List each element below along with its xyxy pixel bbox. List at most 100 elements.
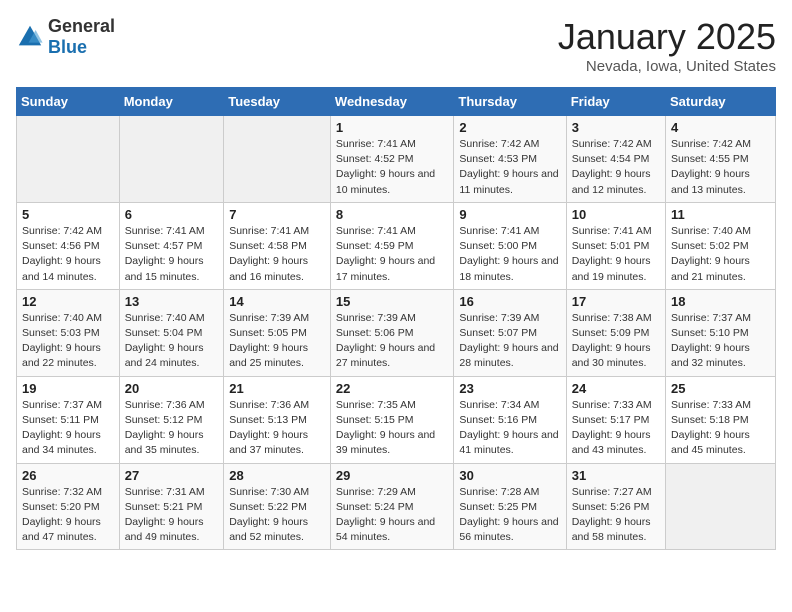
day-info: Sunrise: 7:35 AM Sunset: 5:15 PM Dayligh… [336,398,449,459]
calendar-cell: 10 Sunrise: 7:41 AM Sunset: 5:01 PM Dayli… [566,202,665,289]
col-header-wednesday: Wednesday [330,88,454,116]
page-header: General Blue January 2025 Nevada, Iowa, … [16,16,776,75]
day-info: Sunrise: 7:42 AM Sunset: 4:55 PM Dayligh… [671,137,770,198]
calendar-cell: 12 Sunrise: 7:40 AM Sunset: 5:03 PM Dayli… [17,289,120,376]
col-header-tuesday: Tuesday [224,88,331,116]
day-number: 31 [572,468,660,483]
day-number: 30 [459,468,560,483]
calendar-cell [666,463,776,550]
logo-icon [16,23,44,51]
day-info: Sunrise: 7:41 AM Sunset: 5:01 PM Dayligh… [572,224,660,285]
day-info: Sunrise: 7:41 AM Sunset: 4:58 PM Dayligh… [229,224,325,285]
day-number: 21 [229,381,325,396]
day-number: 18 [671,294,770,309]
day-number: 19 [22,381,114,396]
calendar-cell: 3 Sunrise: 7:42 AM Sunset: 4:54 PM Daylig… [566,116,665,203]
day-info: Sunrise: 7:27 AM Sunset: 5:26 PM Dayligh… [572,485,660,546]
day-info: Sunrise: 7:37 AM Sunset: 5:10 PM Dayligh… [671,311,770,372]
calendar-cell: 25 Sunrise: 7:33 AM Sunset: 5:18 PM Dayli… [666,376,776,463]
calendar-cell: 16 Sunrise: 7:39 AM Sunset: 5:07 PM Dayli… [454,289,566,376]
calendar-header-row: SundayMondayTuesdayWednesdayThursdayFrid… [17,88,776,116]
calendar-cell: 6 Sunrise: 7:41 AM Sunset: 4:57 PM Daylig… [119,202,224,289]
calendar-cell: 24Sunrise: 7:33 AM Sunset: 5:17 PM Dayli… [566,376,665,463]
calendar-cell: 17 Sunrise: 7:38 AM Sunset: 5:09 PM Dayli… [566,289,665,376]
day-number: 22 [336,381,449,396]
calendar-cell: 22 Sunrise: 7:35 AM Sunset: 5:15 PM Dayli… [330,376,454,463]
calendar-cell: 14 Sunrise: 7:39 AM Sunset: 5:05 PM Dayli… [224,289,331,376]
calendar-table: SundayMondayTuesdayWednesdayThursdayFrid… [16,87,776,550]
calendar-cell: 21 Sunrise: 7:36 AM Sunset: 5:13 PM Dayli… [224,376,331,463]
calendar-cell: 20 Sunrise: 7:36 AM Sunset: 5:12 PM Dayli… [119,376,224,463]
week-row-1: 1Sunrise: 7:41 AM Sunset: 4:52 PM Daylig… [17,116,776,203]
calendar-cell: 23Sunrise: 7:34 AM Sunset: 5:16 PM Dayli… [454,376,566,463]
day-number: 11 [671,207,770,222]
col-header-sunday: Sunday [17,88,120,116]
logo: General Blue [16,16,115,58]
day-info: Sunrise: 7:40 AM Sunset: 5:03 PM Dayligh… [22,311,114,372]
calendar-cell: 9Sunrise: 7:41 AM Sunset: 5:00 PM Daylig… [454,202,566,289]
title-block: January 2025 Nevada, Iowa, United States [558,16,776,75]
day-info: Sunrise: 7:36 AM Sunset: 5:13 PM Dayligh… [229,398,325,459]
day-info: Sunrise: 7:39 AM Sunset: 5:05 PM Dayligh… [229,311,325,372]
calendar-cell: 2Sunrise: 7:42 AM Sunset: 4:53 PM Daylig… [454,116,566,203]
calendar-cell: 19Sunrise: 7:37 AM Sunset: 5:11 PM Dayli… [17,376,120,463]
calendar-cell: 31 Sunrise: 7:27 AM Sunset: 5:26 PM Dayli… [566,463,665,550]
day-info: Sunrise: 7:34 AM Sunset: 5:16 PM Dayligh… [459,398,560,459]
week-row-2: 5Sunrise: 7:42 AM Sunset: 4:56 PM Daylig… [17,202,776,289]
day-info: Sunrise: 7:31 AM Sunset: 5:21 PM Dayligh… [125,485,219,546]
calendar-cell: 7 Sunrise: 7:41 AM Sunset: 4:58 PM Daylig… [224,202,331,289]
day-info: Sunrise: 7:28 AM Sunset: 5:25 PM Dayligh… [459,485,560,546]
calendar-cell: 18 Sunrise: 7:37 AM Sunset: 5:10 PM Dayli… [666,289,776,376]
day-number: 3 [572,120,660,135]
calendar-cell: 26Sunrise: 7:32 AM Sunset: 5:20 PM Dayli… [17,463,120,550]
calendar-cell: 4 Sunrise: 7:42 AM Sunset: 4:55 PM Daylig… [666,116,776,203]
day-number: 28 [229,468,325,483]
day-number: 20 [125,381,219,396]
day-number: 17 [572,294,660,309]
day-info: Sunrise: 7:41 AM Sunset: 4:57 PM Dayligh… [125,224,219,285]
day-info: Sunrise: 7:39 AM Sunset: 5:07 PM Dayligh… [459,311,560,372]
day-info: Sunrise: 7:39 AM Sunset: 5:06 PM Dayligh… [336,311,449,372]
day-number: 26 [22,468,114,483]
calendar-cell [17,116,120,203]
day-number: 8 [336,207,449,222]
logo-wordmark: General Blue [48,16,115,58]
calendar-cell [119,116,224,203]
col-header-saturday: Saturday [666,88,776,116]
day-number: 1 [336,120,449,135]
day-info: Sunrise: 7:36 AM Sunset: 5:12 PM Dayligh… [125,398,219,459]
day-info: Sunrise: 7:42 AM Sunset: 4:53 PM Dayligh… [459,137,560,198]
col-header-friday: Friday [566,88,665,116]
day-number: 10 [572,207,660,222]
calendar-cell: 13Sunrise: 7:40 AM Sunset: 5:04 PM Dayli… [119,289,224,376]
day-number: 14 [229,294,325,309]
day-number: 9 [459,207,560,222]
calendar-cell: 5Sunrise: 7:42 AM Sunset: 4:56 PM Daylig… [17,202,120,289]
location-subtitle: Nevada, Iowa, United States [558,58,776,75]
day-number: 25 [671,381,770,396]
day-number: 27 [125,468,219,483]
day-info: Sunrise: 7:42 AM Sunset: 4:54 PM Dayligh… [572,137,660,198]
col-header-thursday: Thursday [454,88,566,116]
day-info: Sunrise: 7:33 AM Sunset: 5:18 PM Dayligh… [671,398,770,459]
day-info: Sunrise: 7:40 AM Sunset: 5:02 PM Dayligh… [671,224,770,285]
month-title: January 2025 [558,16,776,58]
day-number: 7 [229,207,325,222]
day-number: 16 [459,294,560,309]
calendar-cell: 30 Sunrise: 7:28 AM Sunset: 5:25 PM Dayli… [454,463,566,550]
day-number: 6 [125,207,219,222]
day-number: 13 [125,294,219,309]
week-row-3: 12 Sunrise: 7:40 AM Sunset: 5:03 PM Dayli… [17,289,776,376]
calendar-cell: 11 Sunrise: 7:40 AM Sunset: 5:02 PM Dayli… [666,202,776,289]
calendar-cell: 28Sunrise: 7:30 AM Sunset: 5:22 PM Dayli… [224,463,331,550]
calendar-cell [224,116,331,203]
day-number: 15 [336,294,449,309]
day-number: 4 [671,120,770,135]
calendar-cell: 27 Sunrise: 7:31 AM Sunset: 5:21 PM Dayli… [119,463,224,550]
day-number: 12 [22,294,114,309]
calendar-cell: 29Sunrise: 7:29 AM Sunset: 5:24 PM Dayli… [330,463,454,550]
day-info: Sunrise: 7:38 AM Sunset: 5:09 PM Dayligh… [572,311,660,372]
calendar-cell: 8Sunrise: 7:41 AM Sunset: 4:59 PM Daylig… [330,202,454,289]
logo-general: General [48,16,115,36]
calendar-cell: 15 Sunrise: 7:39 AM Sunset: 5:06 PM Dayli… [330,289,454,376]
